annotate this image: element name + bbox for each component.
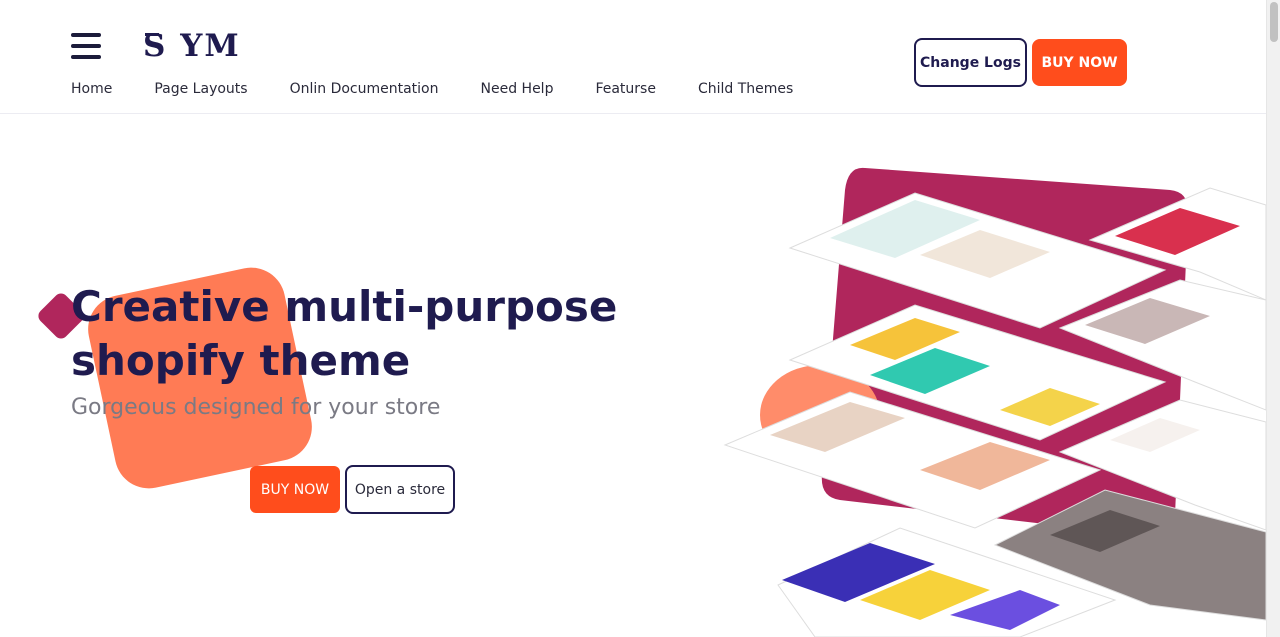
nav-child-themes[interactable]: Child Themes [698, 81, 793, 97]
hero-title: Creative multi-purpose shopify theme [71, 280, 617, 388]
main-nav: Home Page Layouts Onlin Documentation Ne… [71, 81, 835, 97]
hero-title-strong: shopify [71, 336, 245, 385]
open-store-button[interactable]: Open a store [345, 465, 455, 514]
nav-features[interactable]: Featurse [595, 81, 656, 97]
page-scrollbar[interactable] [1266, 0, 1280, 637]
buy-now-header-button[interactable]: BUY NOW [1032, 39, 1127, 86]
site-header: S YM Home Page Layouts Onlin Documentati… [0, 0, 1266, 114]
nav-page-layouts[interactable]: Page Layouts [154, 81, 247, 97]
hero-title-line1: Creative multi-purpose [71, 282, 618, 331]
theme-preview-illustration [720, 160, 1266, 637]
hamburger-menu-icon[interactable] [71, 33, 101, 59]
buy-now-hero-button[interactable]: BUY NOW [250, 466, 340, 513]
nav-documentation[interactable]: Onlin Documentation [290, 81, 439, 97]
logo-s: S [143, 28, 168, 64]
nav-home[interactable]: Home [71, 81, 112, 97]
nav-need-help[interactable]: Need Help [481, 81, 554, 97]
theme-collage-graphic [723, 167, 1266, 637]
change-logs-button[interactable]: Change Logs [914, 38, 1027, 87]
hero-title-rest: theme [244, 336, 411, 385]
scrollbar-thumb[interactable] [1270, 2, 1278, 42]
hero-subtitle: Gorgeous designed for your store [71, 395, 441, 420]
logo-text: YM [180, 28, 241, 64]
site-logo[interactable]: S YM [143, 28, 241, 64]
